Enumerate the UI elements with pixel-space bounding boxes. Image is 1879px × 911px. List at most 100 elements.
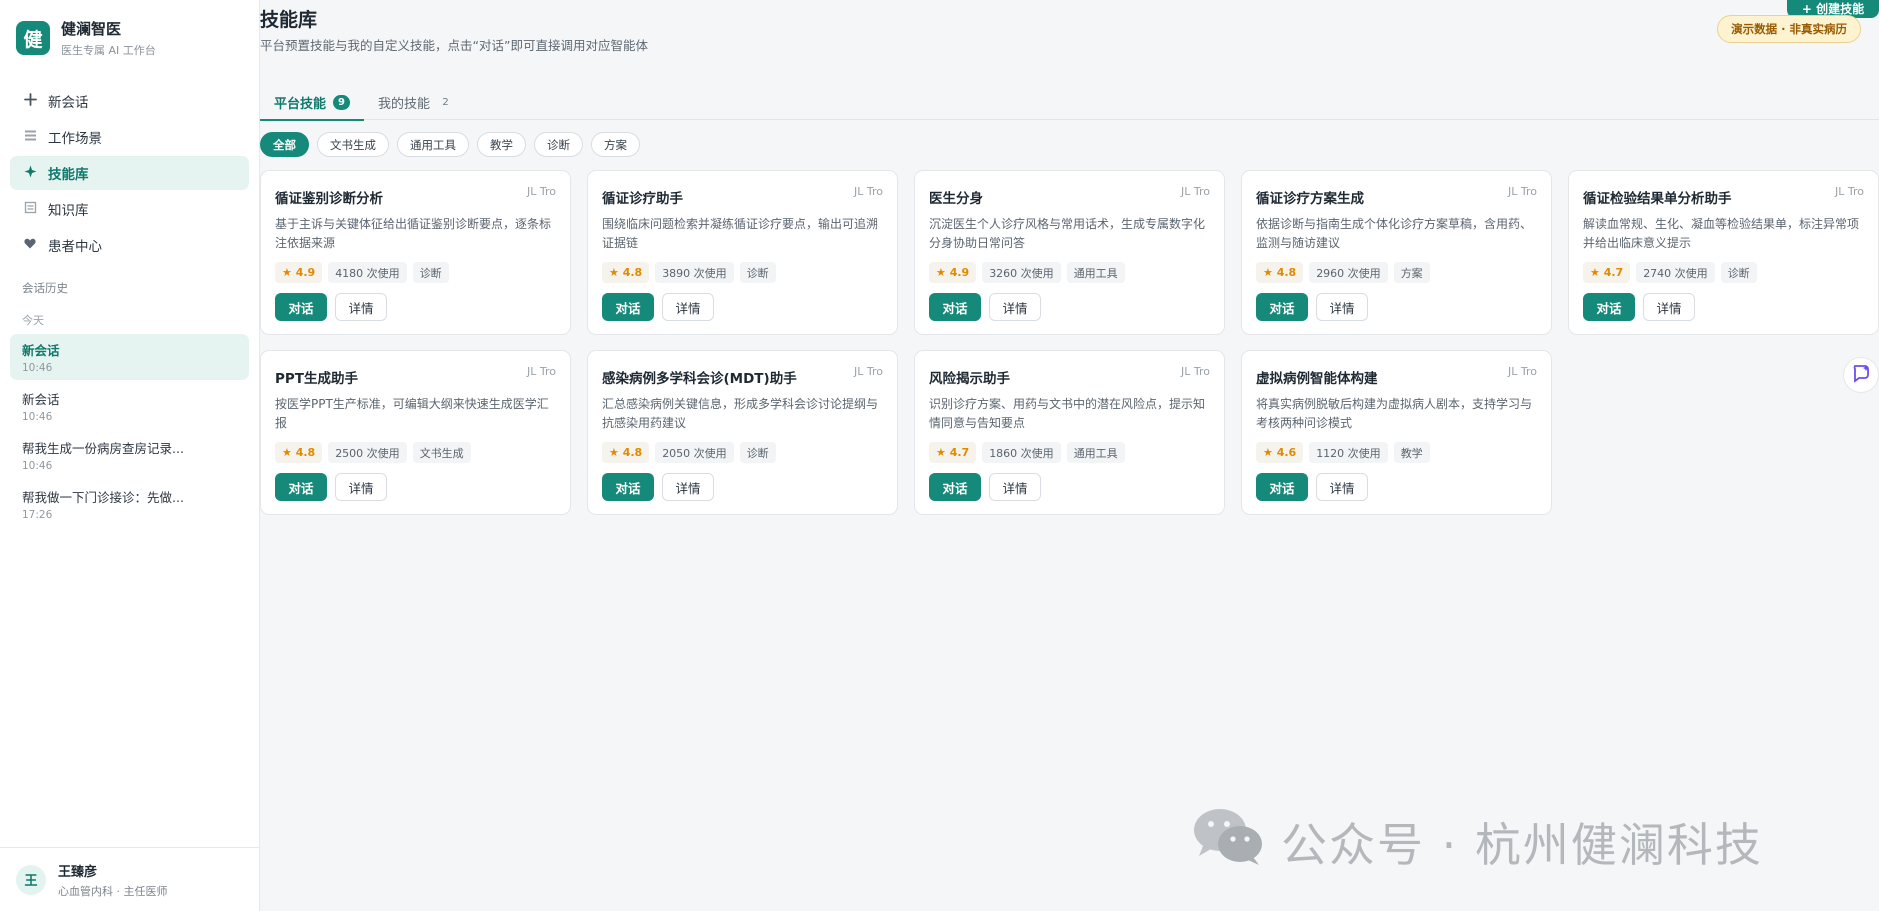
history-item-time: 10:46 — [22, 362, 53, 374]
avatar: 王 — [16, 864, 46, 895]
skill-rating: ★ 4.6 — [1256, 442, 1304, 463]
tab-count-badge: 2 — [442, 96, 449, 108]
wechat-icon — [1191, 806, 1267, 877]
skill-author: JL Tro — [527, 185, 556, 198]
skill-description: 基于主诉与关键体征给出循证鉴别诊断要点，逐条标注依据来源 — [275, 217, 552, 250]
skill-title: 医生分身 — [929, 191, 983, 207]
sidebar: 健 健澜智医 医生专属 AI 工作台 新会话 工作场景 技能库 知识库 患者中心… — [0, 0, 260, 911]
chat-button[interactable]: 对话 — [1256, 293, 1308, 321]
skill-card[interactable]: 循证检验结果单分析助手 JL Tro 解读血常规、生化、凝血等检验结果单，标注异… — [1568, 170, 1879, 335]
skill-author: JL Tro — [527, 365, 556, 378]
chat-button[interactable]: 对话 — [1256, 473, 1308, 501]
filter-chip-tools[interactable]: 通用工具 — [397, 132, 469, 157]
skill-description: 汇总感染病例关键信息，形成多学科会诊讨论提纲与抗感染用药建议 — [602, 397, 879, 430]
skill-rating: ★ 4.8 — [275, 442, 323, 463]
skill-category-tag: 文书生成 — [412, 442, 471, 463]
skill-usage-count: 2050 次使用 — [655, 442, 734, 463]
chat-button[interactable]: 对话 — [929, 473, 981, 501]
skill-category-tag: 诊断 — [739, 262, 776, 283]
sidebar-item-label: 工作场景 — [48, 131, 102, 147]
skill-tabs: 平台技能 9 我的技能 2 — [260, 84, 1879, 121]
skill-card[interactable]: PPT生成助手 JL Tro 按医学PPT生产标准，可编辑大纲来快速生成医学汇报… — [260, 350, 571, 515]
watermark: 公众号 · 杭州健澜科技 — [1191, 806, 1763, 877]
skill-usage-count: 3260 次使用 — [982, 262, 1061, 283]
sidebar-item-label: 新会话 — [48, 95, 89, 111]
tab-my-skills[interactable]: 我的技能 2 — [364, 84, 468, 120]
plus-icon — [22, 92, 38, 110]
filter-chip-diagnosis[interactable]: 诊断 — [534, 132, 583, 157]
history-item-title: 帮我生成一份病房查房记录... — [22, 441, 184, 456]
detail-button[interactable]: 详情 — [662, 293, 714, 321]
sidebar-item-new-chat[interactable]: 新会话 — [10, 84, 249, 118]
skill-title: PPT生成助手 — [275, 371, 358, 387]
history-item[interactable]: 帮我生成一份病房查房记录... 10:46 — [10, 432, 249, 478]
skill-card[interactable]: 风险揭示助手 JL Tro 识别诊疗方案、用药与文书中的潜在风险点，提示知情同意… — [914, 350, 1225, 515]
user-profile[interactable]: 王 王臻彦 心血管内科 · 主任医师 — [0, 847, 259, 911]
page-title: 技能库 — [260, 9, 318, 31]
history-item-title: 帮我做一下门诊接诊：先做... — [22, 490, 184, 505]
detail-button[interactable]: 详情 — [662, 473, 714, 501]
chat-button[interactable]: 对话 — [1583, 293, 1635, 321]
category-filters: 全部 文书生成 通用工具 教学 诊断 方案 — [260, 132, 648, 157]
skill-rating: ★ 4.8 — [602, 442, 650, 463]
chat-button[interactable]: 对话 — [275, 293, 327, 321]
chat-button[interactable]: 对话 — [929, 293, 981, 321]
skill-rating: ★ 4.9 — [275, 262, 323, 283]
skill-author: JL Tro — [1508, 185, 1537, 198]
detail-button[interactable]: 详情 — [989, 473, 1041, 501]
skill-card[interactable]: 医生分身 JL Tro 沉淀医生个人诊疗风格与常用话术，生成专属数字化分身协助日… — [914, 170, 1225, 335]
skill-title: 风险揭示助手 — [929, 371, 1010, 387]
assistant-float-button[interactable] — [1843, 357, 1879, 393]
detail-button[interactable]: 详情 — [1316, 473, 1368, 501]
book-icon — [22, 201, 38, 218]
sidebar-item-workspace[interactable]: 工作场景 — [10, 120, 249, 154]
brand[interactable]: 健 健澜智医 医生专属 AI 工作台 — [0, 0, 259, 66]
detail-button[interactable]: 详情 — [335, 473, 387, 501]
skill-card[interactable]: 循证鉴别诊断分析 JL Tro 基于主诉与关键体征给出循证鉴别诊断要点，逐条标注… — [260, 170, 571, 335]
filter-chip-all[interactable]: 全部 — [260, 132, 309, 157]
skill-description: 依据诊断与指南生成个体化诊疗方案草稿，含用药、监测与随访建议 — [1256, 217, 1533, 250]
sidebar-item-skills[interactable]: 技能库 — [10, 156, 249, 190]
chat-button[interactable]: 对话 — [602, 293, 654, 321]
tab-platform-skills[interactable]: 平台技能 9 — [260, 84, 365, 121]
skill-rating: ★ 4.7 — [929, 442, 977, 463]
skill-usage-count: 2740 次使用 — [1636, 262, 1715, 283]
history-item[interactable]: 新会话 10:46 — [10, 334, 249, 380]
filter-chip-plan[interactable]: 方案 — [591, 132, 640, 157]
detail-button[interactable]: 详情 — [1643, 293, 1695, 321]
chat-button[interactable]: 对话 — [602, 473, 654, 501]
demo-data-badge: 演示数据 · 非真实病历 — [1717, 15, 1861, 43]
tab-label: 平台技能 — [274, 96, 327, 112]
skill-author: JL Tro — [854, 365, 883, 378]
skill-card[interactable]: 感染病例多学科会诊(MDT)助手 JL Tro 汇总感染病例关键信息，形成多学科… — [587, 350, 898, 515]
detail-button[interactable]: 详情 — [1316, 293, 1368, 321]
skill-category-tag: 方案 — [1393, 262, 1430, 283]
main-content: 技能库 平台预置技能与我的自定义技能，点击“对话”即可直接调用对应智能体 + 创… — [260, 0, 1879, 911]
sidebar-item-label: 患者中心 — [48, 239, 102, 255]
history-item[interactable]: 帮我做一下门诊接诊：先做... 17:26 — [10, 481, 249, 527]
history-item[interactable]: 新会话 10:46 — [10, 383, 249, 429]
skill-card[interactable]: 循证诊疗助手 JL Tro 围绕临床问题检索并凝练循证诊疗要点，输出可追溯证据链… — [587, 170, 898, 335]
skill-description: 沉淀医生个人诊疗风格与常用话术，生成专属数字化分身协助日常问答 — [929, 217, 1206, 250]
skill-card[interactable]: 循证诊疗方案生成 JL Tro 依据诊断与指南生成个体化诊疗方案草稿，含用药、监… — [1241, 170, 1552, 335]
skill-title: 循证检验结果单分析助手 — [1583, 191, 1732, 207]
page-description: 平台预置技能与我的自定义技能，点击“对话”即可直接调用对应智能体 — [260, 38, 648, 53]
sidebar-item-knowledge[interactable]: 知识库 — [10, 192, 249, 226]
skill-category-tag: 通用工具 — [1066, 262, 1125, 283]
detail-button[interactable]: 详情 — [335, 293, 387, 321]
history-group-today: 今天 — [22, 314, 44, 327]
filter-chip-documents[interactable]: 文书生成 — [317, 132, 389, 157]
filter-chip-teaching[interactable]: 教学 — [477, 132, 526, 157]
user-name: 王臻彦 — [58, 864, 98, 880]
sidebar-item-patients[interactable]: 患者中心 — [10, 228, 249, 262]
history-item-time: 17:26 — [22, 509, 53, 521]
detail-button[interactable]: 详情 — [989, 293, 1041, 321]
skill-card[interactable]: 虚拟病例智能体构建 JL Tro 将真实病例脱敏后构建为虚拟病人剧本，支持学习与… — [1241, 350, 1552, 515]
skill-description: 识别诊疗方案、用药与文书中的潜在风险点，提示知情同意与告知要点 — [929, 397, 1206, 430]
skill-usage-count: 2960 次使用 — [1309, 262, 1388, 283]
watermark-text: 公众号 · 杭州健澜科技 — [1281, 817, 1763, 872]
grid-icon — [22, 129, 38, 146]
skill-usage-count: 4180 次使用 — [328, 262, 407, 283]
skill-category-tag: 诊断 — [739, 442, 776, 463]
chat-button[interactable]: 对话 — [275, 473, 327, 501]
